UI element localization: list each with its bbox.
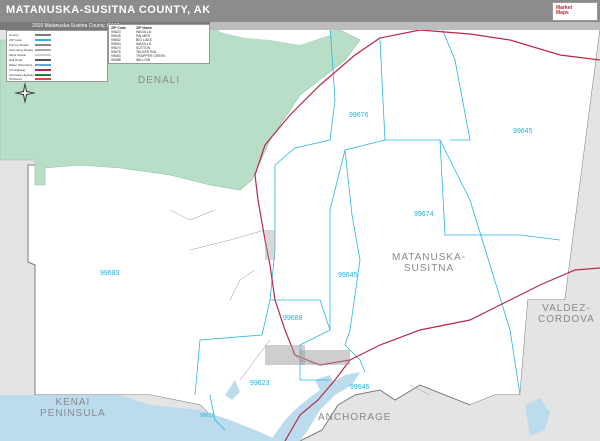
legend-item: County — [9, 33, 19, 37]
logo-text: Market Maps — [556, 5, 573, 16]
legend-swatch — [35, 69, 51, 71]
legend-item: Rail Road — [9, 58, 23, 62]
zip-label: 99688 — [283, 315, 303, 322]
legend-item: Water (Shoreline) — [9, 63, 33, 67]
region-label-valdez-cordova: VALDEZ- CORDOVA — [538, 303, 595, 325]
brand-logo: Market Maps — [552, 2, 598, 21]
region-label-anchorage: ANCHORAGE — [318, 412, 392, 423]
legend-swatch — [35, 59, 51, 61]
map-title: MATANUSKA-SUSITNA COUNTY, AK — [6, 4, 211, 16]
table-row: 99688 WILLOW — [111, 58, 207, 62]
map-frame: MATANUSKA-SUSITNA COUNTY, AK Market Maps… — [0, 0, 600, 441]
legend-item: Primary Roads — [9, 43, 29, 47]
legend-swatch — [35, 64, 51, 66]
region-label-denali: DENALI — [138, 75, 181, 86]
legend-swatch — [35, 49, 51, 51]
legend-swatch — [35, 34, 51, 36]
legend-item: ZIP Code — [9, 38, 22, 42]
region-label-matanuska-susitna: MATANUSKA- SUSITNA — [392, 252, 467, 274]
zip-label: 99645 — [350, 384, 370, 391]
zip-label: 99645 — [338, 272, 358, 279]
legend-swatch — [35, 54, 51, 56]
zip-label: 99645 — [513, 128, 533, 135]
zip-code: 99688 — [111, 58, 121, 62]
legend: County ZIP Code Primary Roads Secondary … — [6, 30, 108, 82]
zip-name: WILLOW — [136, 58, 151, 62]
legend-swatch — [35, 39, 51, 41]
zip-label: 99674 — [414, 211, 434, 218]
legend-item: Toll Road — [9, 77, 22, 81]
legend-swatch — [35, 44, 51, 46]
zip-label: 99676 — [349, 112, 369, 119]
legend-swatch — [35, 78, 51, 80]
subtitle-bar — [210, 22, 600, 30]
zip-label: 99683 — [100, 270, 120, 277]
legend-item: Secondary Roads — [9, 48, 33, 52]
legend-item: Minor Roads — [9, 53, 27, 57]
zip-label: 99623 — [250, 380, 270, 387]
zip-label: 99652 — [200, 413, 214, 419]
legend-item: US Highway — [9, 68, 26, 72]
compass-rose-icon — [14, 82, 36, 104]
zip-table: ZIP Code ZIP Name 99623 WASILLA 99645 PA… — [108, 24, 210, 64]
title-bar: MATANUSKA-SUSITNA COUNTY, AK Market Maps — [0, 0, 600, 22]
region-label-kenai-peninsula: KENAI PENINSULA — [40, 397, 106, 419]
legend-swatch — [35, 74, 51, 76]
